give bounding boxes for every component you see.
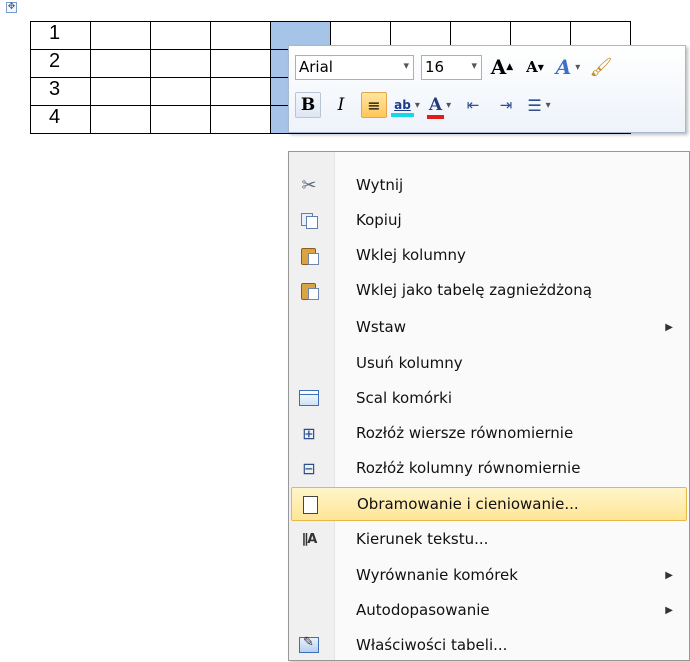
- paste-nested-icon: [299, 280, 319, 300]
- submenu-arrow-icon: ▶: [665, 604, 673, 616]
- menu-item-label: Wyrównanie komórek: [356, 566, 518, 584]
- bullets-button[interactable]: ☰ ▾: [526, 92, 552, 118]
- menu-item-label: Wklej jako tabelę zagnieżdżoną: [356, 281, 592, 299]
- decrease-indent-icon: ⇤: [466, 96, 480, 114]
- mini-toolbar-row-1: Arial ▾ 16 ▾ A ▲ A ▼ A ▾ 🖌: [295, 52, 621, 82]
- menu-item-label: Autodopasowanie: [356, 601, 490, 619]
- chevron-down-icon: ▾: [414, 99, 420, 111]
- decrease-indent-button[interactable]: ⇤: [460, 92, 486, 118]
- menu-item-label: Usuń kolumny: [356, 354, 463, 372]
- menu-item-delete-columns[interactable]: Usuń kolumny: [291, 346, 687, 380]
- chevron-down-icon: ▾: [446, 99, 452, 111]
- font-size-combo[interactable]: 16 ▾: [421, 54, 482, 80]
- table-cell[interactable]: [90, 21, 151, 50]
- table-cell[interactable]: 2: [30, 49, 91, 78]
- chevron-down-icon[interactable]: ▾: [403, 59, 409, 72]
- menu-item-label: Rozłóż wiersze równomiernie: [356, 424, 574, 442]
- paste-icon: [299, 245, 319, 265]
- scissors-icon: ✂: [301, 174, 317, 196]
- table-cell[interactable]: [210, 77, 271, 106]
- menu-item-label: Wytnij: [356, 176, 404, 194]
- context-menu: ✂ Wytnij Kopiuj Wklej kolumny Wklej jako…: [288, 151, 690, 661]
- menu-item-label: Wstaw: [356, 318, 406, 336]
- menu-item-cut[interactable]: ✂ Wytnij: [291, 168, 687, 202]
- merge-cells-icon: [299, 388, 319, 408]
- shrink-font-button[interactable]: A ▼: [522, 54, 548, 80]
- mini-toolbar: Arial ▾ 16 ▾ A ▲ A ▼ A ▾ 🖌 B I ≡ ab ▾ A …: [288, 45, 686, 133]
- highlight-icon: ab: [391, 98, 414, 117]
- italic-button[interactable]: I: [328, 92, 354, 118]
- menu-item-label: Właściwości tabeli...: [356, 636, 508, 654]
- table-cell[interactable]: [150, 77, 211, 106]
- mini-toolbar-row-2: B I ≡ ab ▾ A ▾ ⇤ ⇥ ☰ ▾: [295, 90, 559, 120]
- chevron-down-icon[interactable]: ▾: [471, 59, 477, 72]
- submenu-arrow-icon: ▶: [665, 569, 673, 581]
- font-name-value: Arial: [299, 58, 333, 76]
- table-cell[interactable]: [150, 21, 211, 50]
- menu-item-label: Kierunek tekstu...: [356, 530, 489, 548]
- increase-indent-button[interactable]: ⇥: [493, 92, 519, 118]
- table-cell[interactable]: [150, 49, 211, 78]
- font-size-value: 16: [425, 58, 445, 76]
- menu-item-label: Wklej kolumny: [356, 246, 466, 264]
- menu-item-label: Kopiuj: [356, 211, 402, 229]
- table-cell[interactable]: [90, 49, 151, 78]
- bullets-icon: ☰: [527, 95, 542, 115]
- styles-icon: A: [555, 55, 572, 79]
- menu-item-text-direction[interactable]: ∥A Kierunek tekstu...: [291, 522, 687, 556]
- menu-item-autofit[interactable]: Autodopasowanie ▶: [291, 593, 687, 627]
- menu-item-label: Rozłóż kolumny równomiernie: [356, 459, 581, 477]
- chevron-down-icon: ▾: [545, 99, 551, 111]
- menu-item-distribute-columns[interactable]: ⊟ Rozłóż kolumny równomiernie: [291, 451, 687, 485]
- align-center-icon: ≡: [367, 95, 381, 115]
- bold-icon: B: [300, 95, 316, 115]
- distribute-columns-icon: ⊟: [302, 458, 316, 478]
- shrink-font-icon: A: [526, 58, 538, 76]
- font-name-combo[interactable]: Arial ▾: [295, 54, 414, 80]
- menu-item-copy[interactable]: Kopiuj: [291, 203, 687, 237]
- font-color-button[interactable]: A ▾: [426, 92, 453, 119]
- table-cell[interactable]: 3: [30, 77, 91, 106]
- table-cell[interactable]: [90, 105, 151, 134]
- menu-item-cell-alignment[interactable]: Wyrównanie komórek ▶: [291, 558, 687, 592]
- styles-button[interactable]: A ▾: [555, 54, 581, 80]
- format-painter-icon: 🖌: [589, 56, 613, 78]
- align-center-button[interactable]: ≡: [361, 92, 387, 118]
- menu-item-table-properties[interactable]: Właściwości tabeli...: [291, 628, 687, 662]
- menu-item-paste-nested-table[interactable]: Wklej jako tabelę zagnieżdżoną: [291, 273, 687, 307]
- chevron-down-icon: ▾: [575, 61, 581, 73]
- italic-icon: I: [337, 95, 345, 115]
- table-cell[interactable]: [90, 77, 151, 106]
- grow-font-icon: A: [490, 55, 507, 79]
- table-properties-icon: [299, 635, 319, 655]
- bold-button[interactable]: B: [295, 92, 321, 118]
- menu-item-distribute-rows[interactable]: ⊞ Rozłóż wiersze równomiernie: [291, 416, 687, 450]
- text-direction-icon: ∥A: [301, 531, 318, 547]
- menu-item-insert[interactable]: Wstaw ▶: [291, 310, 687, 344]
- table-move-handle-icon[interactable]: ✥: [6, 2, 17, 13]
- increase-indent-icon: ⇥: [499, 96, 513, 114]
- menu-item-label: Obramowanie i cieniowanie...: [357, 495, 579, 513]
- table-cell[interactable]: [210, 105, 271, 134]
- table-cell[interactable]: [150, 105, 211, 134]
- font-color-icon: A: [426, 95, 445, 119]
- table-cell[interactable]: 1: [30, 21, 91, 50]
- table-cell[interactable]: [210, 49, 271, 78]
- table-cell[interactable]: 4: [30, 105, 91, 134]
- table-cell[interactable]: [210, 21, 271, 50]
- menu-item-borders-shading[interactable]: Obramowanie i cieniowanie...: [291, 487, 687, 521]
- distribute-rows-icon: ⊞: [302, 423, 316, 443]
- grow-font-button[interactable]: A ▲: [489, 54, 515, 80]
- submenu-arrow-icon: ▶: [665, 321, 673, 333]
- copy-icon: [299, 210, 319, 230]
- borders-icon: [300, 495, 320, 515]
- menu-item-paste-columns[interactable]: Wklej kolumny: [291, 238, 687, 272]
- menu-item-merge-cells[interactable]: Scal komórki: [291, 381, 687, 415]
- menu-item-label: Scal komórki: [356, 389, 453, 407]
- format-painter-button[interactable]: 🖌: [588, 54, 614, 80]
- highlight-button[interactable]: ab ▾: [391, 92, 420, 118]
